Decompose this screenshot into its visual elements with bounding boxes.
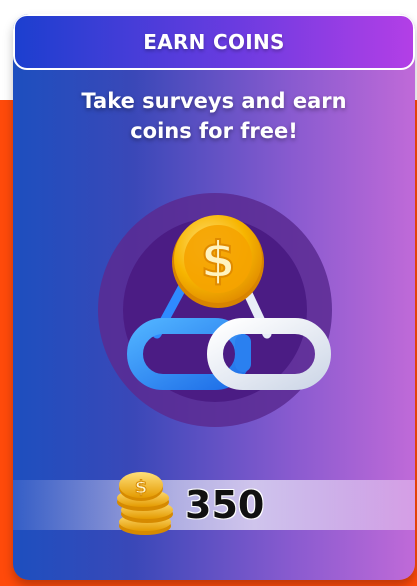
chain-coin-illustration-icon: $ [98, 193, 332, 427]
card-subtitle: Take surveys and earn coins for free! [81, 89, 347, 143]
coins-balance-value: 350 [185, 483, 265, 527]
svg-text:$: $ [201, 231, 236, 289]
earn-coins-card[interactable]: EARN COINS Take surveys and earn coins f… [13, 14, 415, 580]
card-header: EARN COINS [13, 14, 415, 70]
coin-stack-icon: $ [117, 472, 173, 535]
header-title: EARN COINS [143, 30, 285, 54]
svg-text:$: $ [135, 477, 148, 498]
